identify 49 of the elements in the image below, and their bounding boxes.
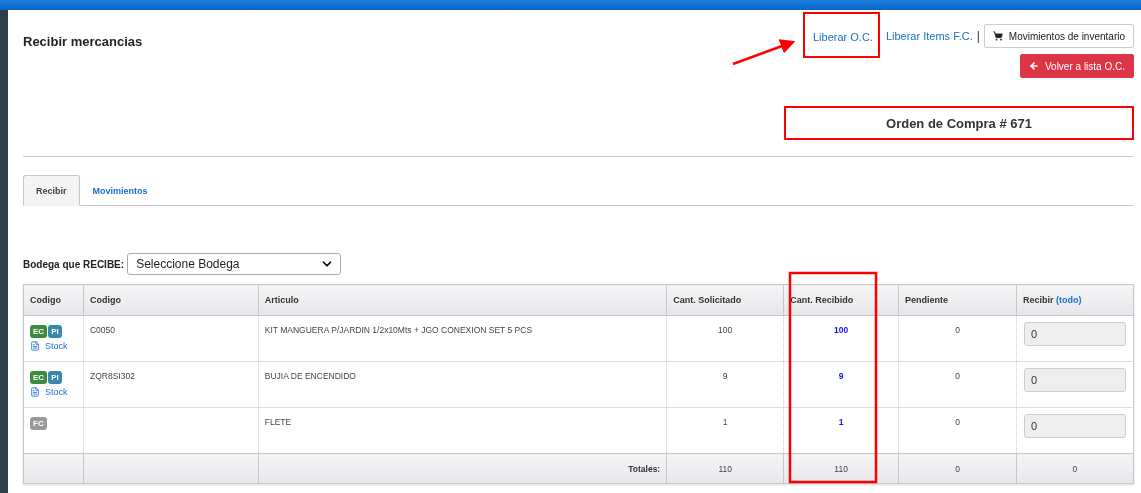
select-all-link[interactable]: (todo) [1056,295,1082,305]
header-link[interactable]: Liberar Items F.C. [885,30,973,42]
inventory-button[interactable]: Movimientos de inventario [983,24,1134,48]
table-cell: BUJIA DE ENCENDIDO [264,371,356,381]
separator: | [976,29,980,43]
column-label: Recibir [1022,295,1054,305]
stock-link[interactable]: Stock [30,341,68,351]
status-badge: FC [30,417,47,430]
table-cell: 0 [955,463,960,474]
table-cell: 110 [834,463,848,474]
document-icon [30,387,40,397]
column-header: Cant. Solicitado [666,284,784,316]
table-cell: 0 [955,325,960,335]
table-cell: 110 [718,463,732,474]
table-cell: C0050 [90,325,116,335]
column-header: Codigo [23,284,84,316]
tab[interactable]: Movimientos [79,175,161,206]
status-badge: EC [30,325,48,338]
table-cell: 9 [722,371,728,381]
table-cell: 0 [955,417,960,427]
column-header: Articulo [258,284,667,316]
header-link[interactable]: Liberar O.C. [812,31,873,43]
status-badge: PI [48,325,62,338]
received-quantity: 9 [838,371,844,381]
column-header: Codigo [83,284,259,316]
order-title: Orden de Compra # 671 [886,115,1032,131]
totals-label: Totales: [628,463,661,474]
column-header: Cant. Recibido [783,284,899,316]
table-cell: 1 [722,417,728,427]
status-badge: PI [48,371,62,384]
table-cell: FLETE [264,417,292,427]
back-button[interactable]: Volver a lista O.C. [1019,54,1134,78]
table-cell: 0 [1072,463,1078,474]
tab[interactable]: Recibir [23,175,80,206]
received-quantity: 1 [838,417,844,427]
status-badge: EC [30,371,48,384]
table-cell: KIT MANGUERA P/JARDIN 1/2x10Mts + JGO CONEXION SET 5 PCS [264,325,533,335]
warehouse-select[interactable]: Seleccione Bodega [127,253,342,275]
received-quantity: 100 [834,325,849,335]
warehouse-label: Bodega que RECIBE: [23,258,125,270]
cart-icon [992,31,1003,41]
document-icon [30,341,40,351]
page-title: Recibir mercancias [23,34,143,49]
stock-link[interactable]: Stock [30,387,68,397]
table-cell: ZQR8SI302 [90,371,135,381]
table-cell: 0 [955,371,960,381]
arrow-left-icon [1028,61,1039,71]
table-cell: 100 [718,325,733,335]
column-header: Pendiente [898,284,1017,316]
